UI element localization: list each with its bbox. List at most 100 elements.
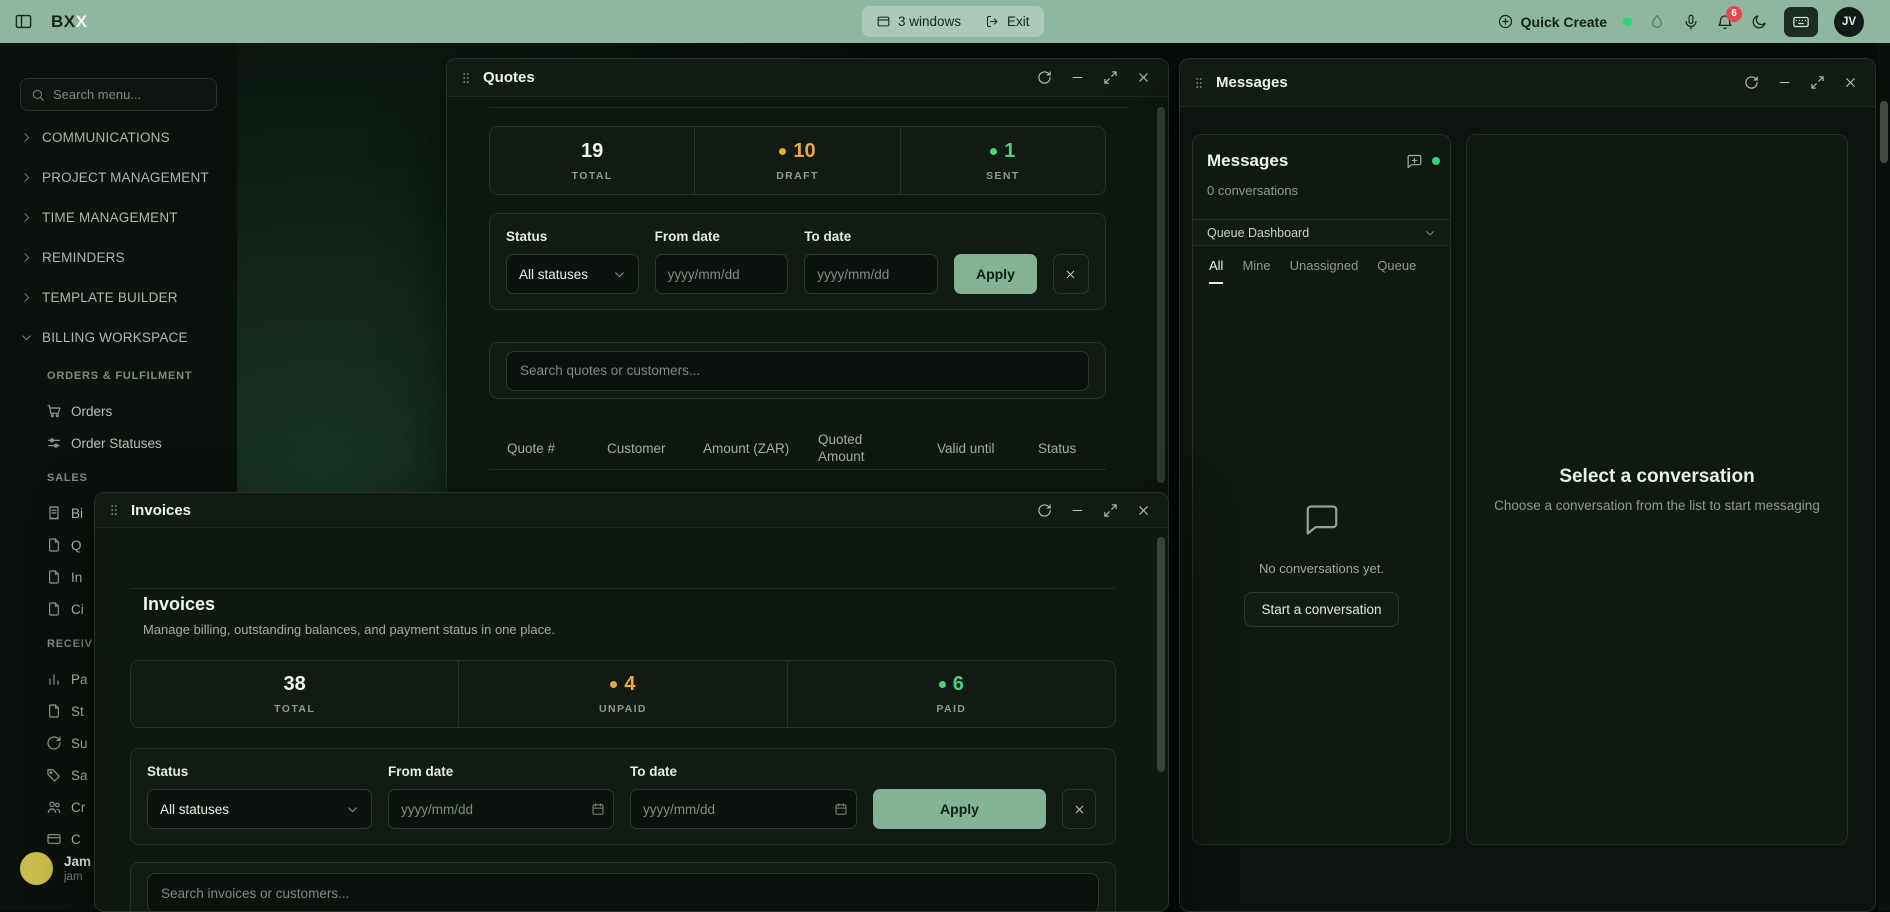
quotes-stat-total: 19 TOTAL <box>490 127 694 194</box>
close-button[interactable] <box>1130 497 1156 523</box>
status-select[interactable]: All statuses <box>506 254 639 294</box>
messages-window: Messages Messages 0 conversations Queue … <box>1179 58 1876 912</box>
minimize-button[interactable] <box>1064 65 1090 91</box>
invoices-titlebar[interactable]: Invoices <box>95 493 1168 528</box>
conversation-count: 0 conversations <box>1207 183 1298 198</box>
keyboard-icon <box>1792 13 1810 31</box>
sidebar-item-time-management[interactable]: TIME MANAGEMENT <box>0 197 237 237</box>
invoices-stat-paid: 6 PAID <box>787 661 1115 727</box>
new-conversation-button[interactable] <box>1406 153 1423 170</box>
sidebar-item-order-statuses[interactable]: Order Statuses <box>0 427 237 459</box>
conversations-empty-state: No conversations yet. Start a conversati… <box>1193 284 1450 844</box>
tab-unassigned[interactable]: Unassigned <box>1290 246 1359 284</box>
close-button[interactable] <box>1130 65 1156 91</box>
tab-mine[interactable]: Mine <box>1242 246 1270 284</box>
theme-toggle-button[interactable] <box>1750 13 1768 31</box>
clear-filters-button[interactable] <box>1053 254 1089 294</box>
sidebar-item-template-builder[interactable]: TEMPLATE BUILDER <box>0 277 237 317</box>
sidebar-item-label: TEMPLATE BUILDER <box>42 290 178 305</box>
refresh-button[interactable] <box>1031 497 1057 523</box>
sidebar-item-label: St <box>71 704 84 719</box>
from-date-input[interactable] <box>655 254 789 294</box>
sidebar-item-orders[interactable]: Orders <box>0 395 237 427</box>
quotes-window-controls <box>1031 65 1156 91</box>
sidebar-search-input[interactable] <box>53 87 206 102</box>
minimize-button[interactable] <box>1771 70 1797 96</box>
microphone-button[interactable] <box>1682 13 1700 31</box>
to-date-input[interactable] <box>804 254 938 294</box>
sidebar-item-label: Cr <box>71 800 85 815</box>
user-profile-email: jam <box>64 871 91 883</box>
sidebar-item-project-management[interactable]: PROJECT MANAGEMENT <box>0 157 237 197</box>
topbar: BXX 3 windows Exit Quick Create 6 <box>0 0 1890 43</box>
drag-handle-icon[interactable] <box>107 503 121 517</box>
tag-icon <box>46 767 62 783</box>
invoices-stat-unpaid: 4 UNPAID <box>458 661 786 727</box>
queue-dashboard-selector[interactable]: Queue Dashboard <box>1193 219 1450 246</box>
credit-card-icon <box>46 831 62 847</box>
sidebar-toggle-button[interactable] <box>14 12 33 31</box>
maximize-button[interactable] <box>1097 65 1123 91</box>
quick-create-button[interactable]: Quick Create <box>1497 13 1607 30</box>
quotes-window-body: 19 TOTAL 10 DRAFT 1 SENT Status All stat… <box>447 97 1168 504</box>
chevron-right-icon <box>20 171 33 184</box>
start-conversation-button[interactable]: Start a conversation <box>1244 592 1398 627</box>
exit-button[interactable]: Exit <box>974 10 1041 33</box>
maximize-button[interactable] <box>1097 497 1123 523</box>
stat-value: 38 <box>284 673 306 696</box>
user-profile-name: Jam <box>64 854 91 869</box>
invoices-window-body: Invoices Manage billing, outstanding bal… <box>95 528 1168 911</box>
quotes-scrollbar[interactable] <box>1157 107 1165 483</box>
maximize-button[interactable] <box>1804 70 1830 96</box>
page-scrollbar-thumb[interactable] <box>1880 101 1888 163</box>
quotes-stat-sent: 1 SENT <box>900 127 1105 194</box>
logo-primary: BX <box>51 12 76 31</box>
invoices-search-input[interactable] <box>147 873 1099 911</box>
apply-filters-button[interactable]: Apply <box>954 254 1037 294</box>
sidebar-item-label: In <box>71 570 82 585</box>
tab-all[interactable]: All <box>1209 246 1223 284</box>
status-select-value: All statuses <box>519 267 588 282</box>
droplet-button[interactable] <box>1648 13 1666 31</box>
page-scrollbar[interactable] <box>1878 43 1890 911</box>
stat-value: 4 <box>624 673 635 696</box>
chevron-down-icon <box>20 331 33 344</box>
refresh-button[interactable] <box>1738 70 1764 96</box>
keyboard-button[interactable] <box>1784 7 1818 37</box>
notifications-button[interactable]: 6 <box>1716 13 1734 31</box>
invoices-scrollbar[interactable] <box>1157 537 1165 772</box>
invoices-stats: 38 TOTAL 4 UNPAID 6 PAID <box>130 660 1116 728</box>
messages-titlebar[interactable]: Messages <box>1180 59 1875 107</box>
user-profile[interactable]: Jam jam <box>20 852 91 885</box>
chevron-down-icon <box>613 268 626 281</box>
user-avatar[interactable]: JV <box>1834 7 1864 37</box>
clear-filters-button[interactable] <box>1062 789 1096 829</box>
quotes-search-input[interactable] <box>506 351 1089 391</box>
windows-button[interactable]: 3 windows <box>865 10 972 33</box>
from-date-input[interactable] <box>388 789 614 829</box>
sidebar-item-billing-workspace[interactable]: BILLING WORKSPACE <box>0 317 237 357</box>
drag-handle-icon[interactable] <box>459 71 473 85</box>
quotes-window: Quotes 19 TOTAL 10 DRAFT 1 SENT <box>446 58 1169 505</box>
divider <box>489 107 1129 108</box>
minimize-button[interactable] <box>1064 497 1090 523</box>
quotes-table-header: Quote # Customer Amount (ZAR) Quoted Amo… <box>489 429 1106 470</box>
drag-handle-icon[interactable] <box>1192 76 1206 90</box>
to-date-input[interactable] <box>630 789 857 829</box>
stat-label: PAID <box>936 703 966 715</box>
close-button[interactable] <box>1837 70 1863 96</box>
sent-dot <box>990 148 997 155</box>
quotes-titlebar[interactable]: Quotes <box>447 59 1168 97</box>
user-profile-avatar <box>20 852 53 885</box>
sidebar-item-reminders[interactable]: REMINDERS <box>0 237 237 277</box>
sidebar-item-communications[interactable]: COMMUNICATIONS <box>0 117 237 157</box>
status-select[interactable]: All statuses <box>147 789 372 829</box>
apply-filters-button[interactable]: Apply <box>873 789 1046 829</box>
from-date-label: From date <box>655 229 789 244</box>
invoices-filter-bar: Status All statuses From date To date <box>130 748 1116 845</box>
sidebar-search[interactable] <box>20 78 217 111</box>
tab-queue[interactable]: Queue <box>1377 246 1416 284</box>
sidebar-section-orders-fulfilment: ORDERS & FULFILMENT <box>0 357 237 395</box>
refresh-button[interactable] <box>1031 65 1057 91</box>
invoices-page-title: Invoices <box>143 594 215 615</box>
